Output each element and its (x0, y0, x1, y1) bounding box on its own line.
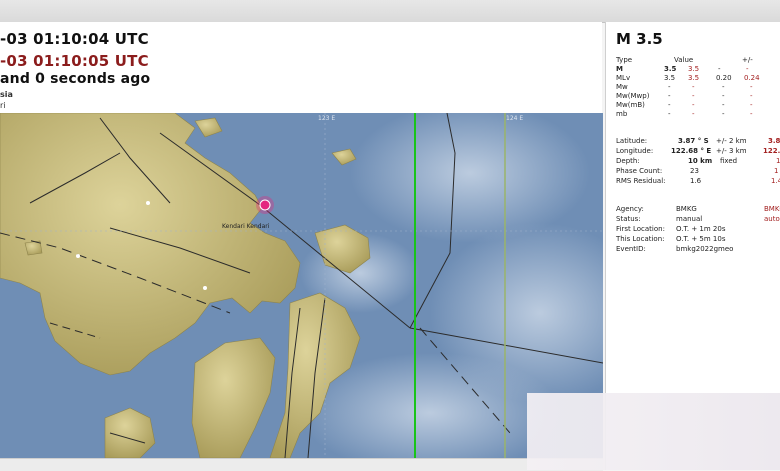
station-dot[interactable] (76, 254, 80, 258)
magnitude-type: Mw(mB) (616, 101, 645, 109)
magnitude-value: 3.5 (664, 74, 676, 82)
depth-value: 10 km (688, 157, 713, 165)
magnitude-uncertainty: - (722, 101, 725, 109)
sub-region-line: ri (0, 101, 6, 110)
phase-count-alt: 1 (774, 167, 779, 175)
magnitude-uncertainty-alt: - (750, 92, 753, 100)
rms-value: 1.6 (690, 177, 702, 185)
this-location-label: This Location: (616, 235, 665, 243)
magnitude-uncertainty-alt: - (746, 65, 749, 73)
status-strip (0, 458, 603, 471)
magnitude-type: mb (616, 110, 628, 118)
agency-alt: BMKG (764, 205, 780, 213)
event-summary-panel: -03 01:10:04 UTC -03 01:10:05 UTC and 0 … (0, 22, 602, 114)
rms-alt: 1.4 (771, 177, 780, 185)
magnitude-uncertainty: 0.20 (716, 74, 732, 82)
magnitude-value-alt: - (692, 110, 695, 118)
event-map[interactable]: 123 E 124 E Kendari Kendari (0, 113, 603, 458)
longitude-label-124: 124 E (506, 115, 523, 122)
magnitude-value-alt: 3.5 (688, 65, 700, 73)
magnitude-value: - (668, 110, 671, 118)
depth-label: Depth: (616, 157, 640, 165)
magnitude-value-alt: - (692, 101, 695, 109)
origin-time: -03 01:10:04 UTC (0, 30, 149, 48)
magnitude-value: 3.5 (664, 65, 677, 73)
received-time: -03 01:10:05 UTC (0, 52, 149, 70)
magnitude-type: Mw(Mwp) (616, 92, 650, 100)
depth-note: fixed (720, 157, 738, 165)
phase-count-label: Phase Count: (616, 167, 663, 175)
latitude-label: Latitude: (616, 137, 648, 145)
depth-alt: 1 (776, 157, 780, 165)
magnitude-value-alt: 3.5 (688, 74, 700, 82)
elapsed-time: and 0 seconds ago (0, 71, 151, 87)
rms-label: RMS Residual: (616, 177, 666, 185)
overlay-panel (527, 393, 780, 470)
magnitude-value-alt: - (692, 83, 695, 91)
magnitude-value: - (668, 101, 671, 109)
magnitude-type: MLv (616, 74, 631, 82)
status-label: Status: (616, 215, 641, 223)
latitude-plusminus: +/- (716, 137, 727, 145)
longitude-value: 122.68 ° E (671, 147, 712, 155)
magnitude-title: M 3.5 (616, 30, 663, 48)
station-dot[interactable] (203, 286, 207, 290)
longitude-label: Longitude: (616, 147, 654, 155)
region-line: sia (0, 90, 13, 99)
agency-value: BMKG (676, 205, 697, 213)
magnitude-uncertainty: - (722, 92, 725, 100)
magnitude-uncertainty-alt: - (750, 101, 753, 109)
event-id-value: bmkg2022gmeo (676, 245, 734, 253)
magnitude-type: Mw (616, 83, 628, 91)
longitude-label-123: 123 E (318, 115, 335, 122)
latitude-error: 2 km (729, 137, 747, 145)
magnitude-value: - (668, 83, 671, 91)
epicenter-marker[interactable] (259, 199, 271, 211)
longitude-error: 3 km (729, 147, 747, 155)
magnitude-uncertainty: - (722, 110, 725, 118)
latitude-alt: 3.8 (768, 137, 780, 145)
magnitude-type: M (616, 65, 623, 73)
this-location-value: O.T. + 5m 10s (676, 235, 726, 243)
longitude-plusminus: +/- (716, 147, 727, 155)
phase-count-value: 23 (690, 167, 699, 175)
value-header: Value (674, 56, 694, 64)
agency-label: Agency: (616, 205, 644, 213)
map-canvas[interactable]: 123 E 124 E Kendari Kendari (0, 113, 603, 458)
city-label: Kendari Kendari (222, 223, 270, 230)
magnitude-uncertainty-alt: 0.24 (744, 74, 760, 82)
event-id-label: EventID: (616, 245, 646, 253)
station-dot[interactable] (146, 201, 150, 205)
latitude-value: 3.87 ° S (678, 137, 709, 145)
magnitude-uncertainty: - (718, 65, 721, 73)
first-location-label: First Location: (616, 225, 665, 233)
longitude-alt: 122.5 (763, 147, 780, 155)
status-alt: autom (764, 215, 780, 223)
magnitude-uncertainty-alt: - (750, 83, 753, 91)
magnitude-value-alt: - (692, 92, 695, 100)
type-header: Type (616, 56, 633, 64)
status-value: manual (676, 215, 703, 223)
magnitude-value: - (668, 92, 671, 100)
magnitude-uncertainty: - (722, 83, 725, 91)
plusminus-header: +/- (742, 56, 753, 64)
window-toolbar (0, 0, 780, 23)
first-location-value: O.T. + 1m 20s (676, 225, 726, 233)
magnitude-uncertainty-alt: - (750, 110, 753, 118)
